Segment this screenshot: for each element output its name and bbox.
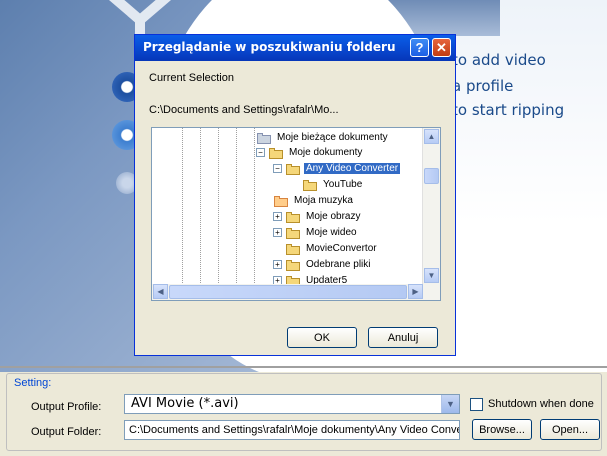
tree-item[interactable]: − Moje dokumenty <box>256 145 364 160</box>
tree-item[interactable]: YouTube <box>302 177 364 192</box>
divider <box>0 366 607 368</box>
folder-tree[interactable]: Moje bieżące dokumenty − Moje dokumenty … <box>151 127 441 301</box>
scroll-down-icon[interactable]: ▼ <box>424 268 439 283</box>
vertical-scrollbar[interactable]: ▲ ▼ <box>422 128 440 284</box>
video-folder-icon <box>285 227 301 239</box>
browse-folder-dialog: Przeglądanie w poszukiwaniu folderu ? ✕ … <box>134 34 456 356</box>
current-selection-path: C:\Documents and Settings\rafalr\Mo... <box>149 104 339 116</box>
folder-open-icon <box>268 147 284 159</box>
output-profile-select[interactable]: AVI Movie (*.avi) ▼ <box>124 394 460 414</box>
output-profile-value: AVI Movie (*.avi) <box>131 396 239 411</box>
music-folder-icon <box>273 195 289 207</box>
dialog-title: Przeglądanie w poszukiwaniu folderu <box>143 40 396 54</box>
setting-legend: Setting: <box>12 377 54 389</box>
shutdown-label: Shutdown when done <box>488 398 594 410</box>
collapse-icon[interactable]: − <box>256 148 265 157</box>
folder-icon <box>302 179 318 191</box>
scroll-right-icon[interactable]: ▶ <box>408 284 423 299</box>
recent-docs-icon <box>256 132 272 144</box>
help-icon[interactable]: ? <box>410 38 429 57</box>
horizontal-scrollbar[interactable]: ◀ ▶ <box>152 284 440 300</box>
expand-icon[interactable]: + <box>273 260 282 269</box>
folder-open-icon <box>285 163 301 175</box>
folder-icon <box>285 259 301 271</box>
current-selection-label: Current Selection <box>149 72 234 84</box>
open-button[interactable]: Open... <box>540 419 600 440</box>
hint-start-ripping: to start ripping <box>452 101 565 119</box>
tree-item[interactable]: + Odebrane pliki <box>273 257 372 272</box>
tree-item[interactable]: + Moje wideo <box>273 225 359 240</box>
expand-icon[interactable]: + <box>273 228 282 237</box>
horizontal-scroll-thumb[interactable] <box>169 285 407 299</box>
output-profile-label: Output Profile: <box>31 401 102 413</box>
folder-icon <box>285 243 301 255</box>
tree-item[interactable]: MovieConvertor <box>285 241 379 256</box>
dialog-title-bar[interactable]: Przeglądanie w poszukiwaniu folderu ? ✕ <box>135 35 455 61</box>
close-icon[interactable]: ✕ <box>432 38 451 57</box>
output-folder-label: Output Folder: <box>31 426 102 438</box>
pictures-folder-icon <box>285 211 301 223</box>
collapse-icon[interactable]: − <box>273 164 282 173</box>
tree-item-selected[interactable]: − Any Video Converter <box>273 161 401 176</box>
tree-item[interactable]: Moja muzyka <box>273 193 355 208</box>
scroll-left-icon[interactable]: ◀ <box>153 284 168 299</box>
tree-item[interactable]: + Moje obrazy <box>273 209 362 224</box>
browse-button[interactable]: Browse... <box>472 419 532 440</box>
chevron-down-icon[interactable]: ▼ <box>441 395 459 413</box>
expand-icon[interactable]: + <box>273 212 282 221</box>
hint-profile: a profile <box>452 77 514 95</box>
tree-item[interactable]: Moje bieżące dokumenty <box>256 130 390 145</box>
hint-add-video: to add video <box>452 51 546 69</box>
ok-button[interactable]: OK <box>287 327 357 348</box>
output-folder-field[interactable]: C:\Documents and Settings\rafalr\Moje do… <box>124 420 460 440</box>
vertical-scroll-thumb[interactable] <box>424 168 439 184</box>
scroll-up-icon[interactable]: ▲ <box>424 129 439 144</box>
shutdown-checkbox[interactable] <box>470 398 483 411</box>
cancel-button[interactable]: Anuluj <box>368 327 438 348</box>
